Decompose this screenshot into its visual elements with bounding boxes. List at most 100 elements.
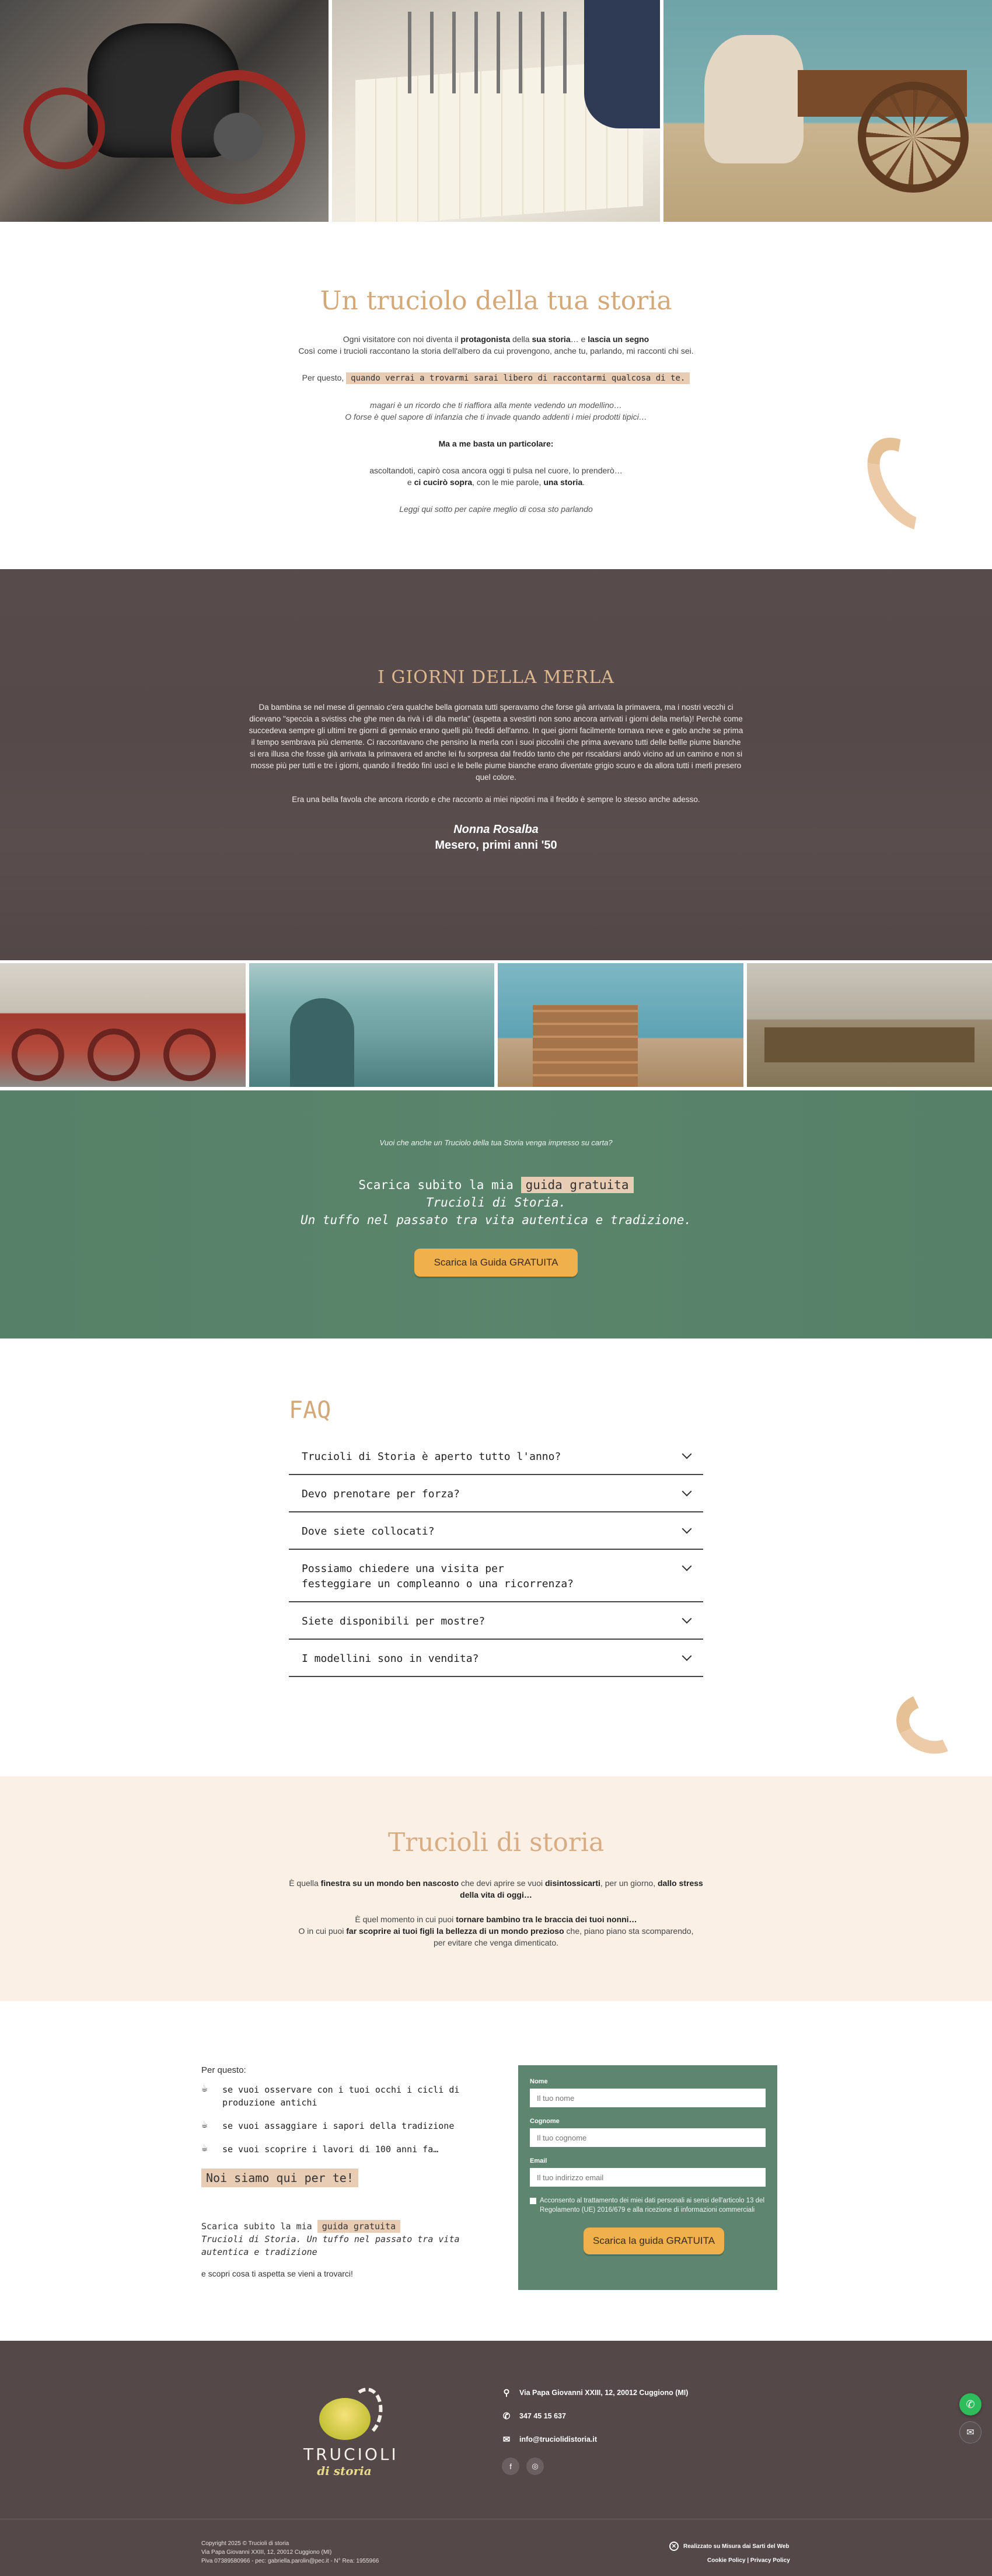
trucioli-p3: O in cui puoi far scoprire ai tuoi figli…: [298, 1926, 694, 1936]
faq-item[interactable]: Dove siete collocati?: [289, 1512, 703, 1550]
intro-line-4: magari è un ricordo che ti riaffiora all…: [370, 400, 622, 410]
trucioli-p1: È quella finestra su un mondo ben nascos…: [289, 1878, 703, 1899]
gallery-photo-workshop[interactable]: [746, 963, 992, 1087]
logo-text-top: TRUCIOLI: [303, 2445, 399, 2464]
list-item: ☕ se vuoi osservare con i tuoi occhi i ci…: [201, 2082, 460, 2108]
guide-question: Vuoi che anche un Truciolo della tua Sto…: [379, 1138, 613, 1147]
consent-row: Acconsento al trattamento dei miei dati …: [530, 2196, 766, 2215]
wood-shaving-decoration: [888, 1684, 974, 1763]
teapot-icon: ☕: [201, 2082, 208, 2094]
trucioli-p4: per evitare che venga dimenticato.: [433, 1938, 558, 1947]
per-questo-label: Per questo:: [201, 2065, 246, 2075]
steam-engine-photo: [0, 0, 329, 222]
teapot-icon: ☕: [201, 2118, 208, 2131]
guide-download-section: Vuoi che anche un Truciolo della tua Sto…: [0, 1090, 992, 1338]
contact-form-section: Per questo: ☕ se vuoi osservare con i tuo…: [0, 2001, 992, 2341]
intro-title: Un truciolo della tua storia: [320, 286, 672, 316]
chevron-down-icon: [682, 1613, 692, 1624]
intro-line-8: e ci cucirò sopra, con le mie parole, un…: [407, 477, 585, 487]
form-intro: Per questo: ☕ se vuoi osservare con i tuo…: [201, 2065, 487, 2278]
download-guide-button[interactable]: Scarica la Guida GRATUITA: [414, 1249, 578, 1277]
gallery-photo-threshing-machine[interactable]: [0, 963, 246, 1087]
name-label: Nome: [530, 2078, 548, 2085]
merla-signature-place: Mesero, primi anni '50: [435, 839, 557, 852]
submit-guide-button[interactable]: Scarica la guida GRATUITA: [584, 2228, 725, 2254]
pasta-cutting-photo: [331, 0, 661, 222]
faq-item[interactable]: Possiamo chiedere una visita per festegg…: [289, 1550, 703, 1602]
guide-line-2: Trucioli di Storia.: [425, 1195, 567, 1209]
faq-title: FAQ: [289, 1397, 331, 1424]
trucioli-title: Trucioli di storia: [387, 1828, 605, 1857]
trucioli-logo[interactable]: TRUCIOLI di storia: [303, 2385, 399, 2478]
sarti-logo-icon: ✕: [669, 2542, 679, 2551]
logo-mark: [310, 2385, 387, 2441]
consent-label: Acconsento al trattamento dei miei dati …: [540, 2197, 765, 2214]
intro-line-7: ascoltandoti, capirò cosa ancora oggi ti…: [369, 466, 623, 475]
location-pin-icon: ⚲: [503, 2388, 510, 2398]
faq-list: Trucioli di Storia è aperto tutto l'anno…: [289, 1438, 703, 1677]
chevron-down-icon: [682, 1486, 692, 1497]
email-label: Email: [530, 2157, 547, 2164]
trucioli-section: Trucioli di storia È quella finestra su …: [0, 1776, 992, 2001]
intro-line-9: Leggi qui sotto per capire meglio di cos…: [399, 504, 593, 514]
faq-item[interactable]: Trucioli di Storia è aperto tutto l'anno…: [289, 1438, 703, 1475]
intro-section: Un truciolo della tua storia Ogni visita…: [0, 222, 992, 569]
guide-signup-form: Nome Cognome Email Acconsento al trattam…: [518, 2065, 777, 2290]
trucioli-p2: È quel momento in cui puoi tornare bambi…: [355, 1915, 637, 1924]
museum-gallery: [0, 963, 992, 1087]
chevron-down-icon: [682, 1651, 692, 1661]
siamo-qui-highlight: Noi siamo qui per te!: [201, 2169, 358, 2187]
footer-contacts: ⚲ Via Papa Giovanni XXIII, 12, 20012 Cugg…: [502, 2387, 688, 2475]
name-field[interactable]: [530, 2089, 766, 2107]
chevron-down-icon: [682, 1449, 692, 1459]
faq-item[interactable]: Siete disponibili per mostre?: [289, 1602, 703, 1640]
instagram-icon[interactable]: ◎: [526, 2458, 544, 2475]
whatsapp-icon[interactable]: ✆: [959, 2393, 981, 2415]
download-text: Scarica subito la mia guida gratuita: [201, 2220, 487, 2233]
social-links: f ◎: [502, 2458, 688, 2475]
merla-signature-name: Nonna Rosalba: [453, 823, 539, 836]
merla-title: I GIORNI DELLA MERLA: [378, 667, 614, 688]
merla-body-2: Era una bella favola che ancora ricordo …: [292, 795, 700, 804]
email-row[interactable]: ✉ info@truciolidistoria.it: [502, 2434, 688, 2445]
merla-story-section: I GIORNI DELLA MERLA Da bambina se nel m…: [0, 569, 992, 960]
email-field[interactable]: [530, 2168, 766, 2187]
intro-line-2: Così come i trucioli raccontano la stori…: [298, 346, 694, 355]
gallery-photo-courtyard[interactable]: [249, 963, 494, 1087]
phone-row[interactable]: ✆ 347 45 15 637: [502, 2411, 688, 2421]
list-item: ☕ se vuoi assaggiare i sapori della tradi…: [201, 2118, 455, 2132]
download-subtext: Trucioli di Storia. Un tuffo nel passato…: [201, 2234, 460, 2257]
scopri-text: e scopri cosa ti aspetta se vieni a trov…: [201, 2269, 353, 2278]
phone-icon: ✆: [502, 2411, 511, 2421]
horse-cart-model-photo: [663, 0, 992, 222]
benefits-list: ☕ se vuoi osservare con i tuoi occhi i ci…: [201, 2083, 487, 2156]
policy-links[interactable]: Cookie Policy | Privacy Policy: [707, 2557, 790, 2564]
chevron-down-icon: [682, 1561, 692, 1571]
gallery-photo-miniature-house[interactable]: [498, 963, 743, 1087]
chevron-down-icon: [682, 1524, 692, 1534]
mail-icon[interactable]: ✉: [959, 2421, 981, 2443]
faq-section: FAQ Trucioli di Storia è aperto tutto l'…: [0, 1338, 992, 1776]
intro-line-1: Ogni visitatore con noi diventa il prota…: [343, 334, 649, 344]
address-row: ⚲ Via Papa Giovanni XXIII, 12, 20012 Cugg…: [502, 2387, 689, 2398]
guide-line-1: Scarica subito la mia guida gratuita: [0, 1176, 992, 1194]
faq-item[interactable]: I modellini sono in vendita?: [289, 1640, 703, 1677]
logo-text-bottom: di storia: [317, 2464, 372, 2478]
hero-photo-strip: [0, 0, 992, 222]
intro-line-5: O forse è quel sapore di infanzia che ti…: [345, 412, 647, 421]
surname-field[interactable]: [530, 2128, 766, 2147]
made-by-badge[interactable]: ✕ Realizzato su Misura dai Sarti del Web: [669, 2542, 790, 2551]
guide-line-3: Un tuffo nel passato tra vita autentica …: [300, 1213, 692, 1227]
teapot-icon: ☕: [201, 2142, 208, 2154]
intro-line-6: Ma a me basta un particolare:: [438, 439, 554, 448]
merla-body: Da bambina se nel mese di gennaio c'era …: [249, 703, 743, 782]
copyright-block: Copyright 2025 © Trucioli di storia Via …: [201, 2540, 379, 2564]
consent-checkbox[interactable]: [530, 2198, 536, 2204]
faq-item[interactable]: Devo prenotare per forza?: [289, 1475, 703, 1512]
surname-label: Cognome: [530, 2118, 560, 2125]
facebook-icon[interactable]: f: [502, 2458, 519, 2475]
list-item: ☕ se vuoi scoprire i lavori di 100 anni f…: [201, 2142, 439, 2155]
intro-line-3: Per questo, quando verrai a trovarmi sar…: [0, 372, 992, 384]
site-footer: TRUCIOLI di storia ⚲ Via Papa Giovanni XX…: [0, 2341, 992, 2576]
envelope-icon: ✉: [502, 2435, 511, 2445]
